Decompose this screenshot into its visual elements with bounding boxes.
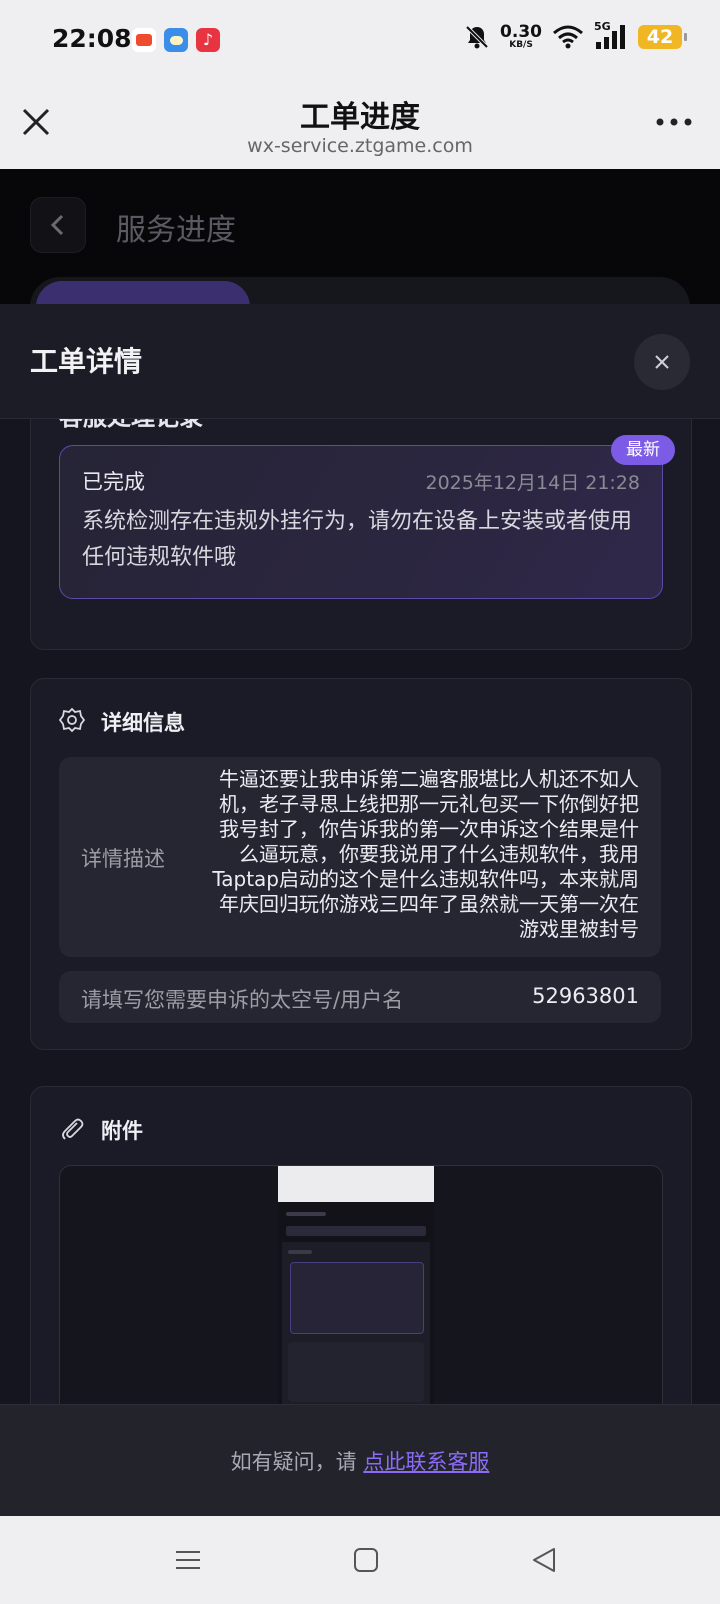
thumbnail-line (286, 1212, 326, 1216)
thumbnail-record (290, 1262, 424, 1334)
paperclip-icon (62, 1118, 84, 1140)
weather-app-icon (164, 28, 188, 52)
background-page: 服务进度 (0, 169, 720, 337)
help-prefix: 如有疑问，请 (230, 1450, 364, 1474)
mute-bell-icon (465, 25, 489, 49)
browser-header: 工单进度 wx-service.ztgame.com (0, 80, 720, 169)
help-footer: 如有疑问，请 点此联系客服 (0, 1404, 720, 1517)
status-bar: 22:08 ♪ 0.30 KB/S 5G 42 (0, 0, 720, 80)
modal-close-button[interactable] (634, 334, 690, 390)
battery-indicator: 42 (638, 25, 687, 49)
description-label: 详情描述 (81, 847, 165, 871)
attachment-title: 附件 (101, 1119, 143, 1143)
cellular-signal: 5G (594, 20, 628, 50)
record-status: 已完成 (82, 470, 145, 494)
status-right: 0.30 KB/S 5G 42 (464, 20, 687, 50)
help-text: 如有疑问，请 点此联系客服 (0, 1446, 720, 1476)
system-nav-bar (0, 1516, 720, 1604)
detail-title: 详细信息 (101, 711, 185, 735)
account-label: 请填写您需要申诉的太空号/用户名 (81, 988, 404, 1012)
thumbnail-line (288, 1250, 312, 1254)
description-row: 详情描述 牛逼还要让我申诉第二遍客服堪比人机还不如人机，老子寻思上线把那一元礼包… (59, 757, 661, 957)
network-speed: 0.30 KB/S (500, 21, 542, 50)
close-icon[interactable] (634, 334, 690, 390)
page-title: 工单进度 (300, 100, 420, 135)
account-value: 52963801 (532, 984, 639, 1008)
detail-card: 详细信息 详情描述 牛逼还要让我申诉第二遍客服堪比人机还不如人机，老子寻思上线把… (30, 678, 692, 1050)
background-title: 服务进度 (116, 213, 236, 248)
status-time: 22:08 (52, 24, 132, 53)
record-item: 已完成 2025年12月14日 21:28 系统检测存在违规外挂行为，请勿在设备… (59, 445, 663, 599)
home-icon[interactable] (350, 1544, 382, 1576)
thumbnail-detail (288, 1342, 424, 1402)
gear-icon (59, 707, 85, 733)
record-content: 系统检测存在违规外挂行为，请勿在设备上安装或者使用任何违规软件哦 (82, 509, 633, 570)
music-app-icon: ♪ (196, 28, 220, 52)
modal-title: 工单详情 (30, 345, 143, 378)
thumbnail-header (278, 1166, 434, 1202)
thumbnail-line (286, 1226, 426, 1236)
page-domain: wx-service.ztgame.com (247, 135, 473, 157)
more-icon[interactable] (652, 108, 696, 136)
description-value: 牛逼还要让我申诉第二遍客服堪比人机还不如人机，老子寻思上线把那一元礼包买一下你倒… (212, 767, 639, 941)
modal-scroll-area[interactable]: 客服处理记录 最新 已完成 2025年12月14日 21:28 系统检测存在违规… (0, 304, 720, 1516)
back-chevron-icon (50, 214, 64, 236)
back-icon[interactable] (528, 1544, 560, 1576)
modal-header: 工单详情 (0, 304, 720, 419)
notification-icons: ♪ (132, 28, 220, 52)
contact-support-link[interactable]: 点此联系客服 (363, 1450, 489, 1474)
back-button (30, 197, 86, 253)
latest-badge: 最新 (611, 435, 675, 465)
account-row: 请填写您需要申诉的太空号/用户名 52963801 (59, 971, 661, 1023)
speed-value: 0.30 (500, 21, 542, 42)
menu-icon[interactable] (172, 1544, 204, 1576)
ticket-detail-modal: 客服处理记录 最新 已完成 2025年12月14日 21:28 系统检测存在违规… (0, 304, 720, 1516)
wifi-icon (553, 25, 583, 49)
signal-icon (596, 25, 625, 49)
game-app-icon (132, 28, 156, 52)
record-time: 2025年12月14日 21:28 (425, 472, 640, 494)
